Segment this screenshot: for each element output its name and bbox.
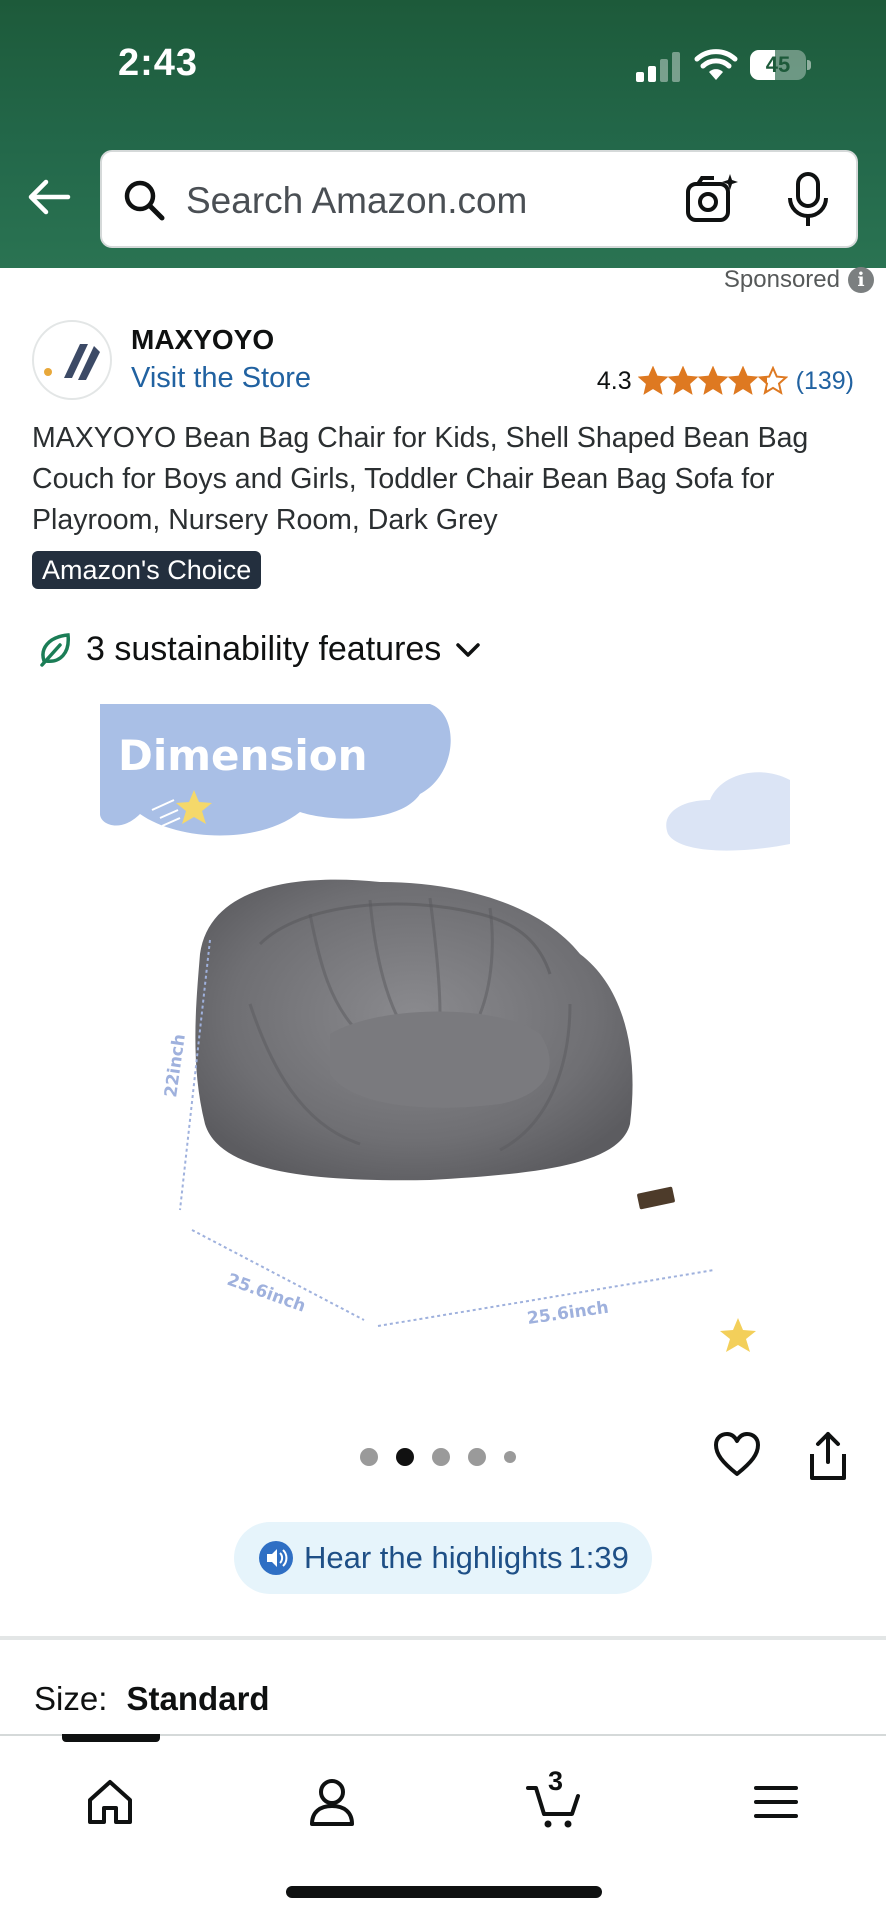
- signal-icon: [636, 52, 680, 82]
- account-icon: [310, 1779, 354, 1826]
- hear-highlights-duration: 1:39: [568, 1540, 629, 1575]
- wifi-icon: [694, 49, 738, 80]
- hear-highlights-label: Hear the highlights: [304, 1540, 563, 1575]
- star-icon: [697, 366, 728, 395]
- star-rating: [637, 366, 788, 396]
- status-time: 2:43: [118, 42, 199, 84]
- height-dimension-label: 22inch: [161, 1033, 190, 1099]
- brand-name: MAXYOYO: [131, 324, 275, 355]
- home-icon: [88, 1780, 132, 1824]
- star-icon: [667, 366, 698, 395]
- nav-home[interactable]: [60, 1762, 160, 1862]
- rating-value: 4.3: [596, 366, 632, 395]
- chevron-down-icon: [456, 642, 481, 657]
- nav-cart[interactable]: 3: [504, 1762, 604, 1862]
- star-icon: [757, 366, 788, 395]
- section-divider: [0, 1636, 886, 1640]
- small-star-icon: [720, 1318, 756, 1352]
- size-value: Standard: [126, 1680, 270, 1717]
- size-label: Size:: [34, 1680, 108, 1717]
- star-icon: [727, 366, 758, 395]
- amazons-choice-badge: Amazon's Choice: [32, 551, 262, 589]
- cart-count: 3: [548, 1766, 564, 1796]
- battery-level: 45: [765, 52, 791, 77]
- battery-icon: 45: [750, 50, 811, 80]
- header-bar: 2:43 45 Search Amazon.com: [0, 0, 886, 268]
- speaker-icon: [259, 1541, 293, 1575]
- star-icon: [637, 366, 668, 395]
- carousel-dot[interactable]: [396, 1448, 414, 1466]
- sponsored-text: Sponsored: [723, 266, 840, 293]
- hear-highlights-button[interactable]: Hear the highlights 1:39: [234, 1522, 652, 1594]
- home-indicator: [286, 1886, 602, 1898]
- nav-menu[interactable]: [726, 1762, 826, 1862]
- search-input[interactable]: Search Amazon.com: [100, 150, 858, 248]
- search-placeholder: Search Amazon.com: [186, 180, 528, 221]
- size-selector[interactable]: Size: Standard: [34, 1680, 270, 1718]
- sustainability-label: 3 sustainability features: [86, 630, 442, 668]
- menu-icon: [754, 1786, 798, 1818]
- info-icon[interactable]: i: [848, 267, 874, 293]
- back-arrow-icon[interactable]: [24, 172, 74, 222]
- carousel-dot[interactable]: [432, 1448, 450, 1466]
- nav-account[interactable]: [282, 1762, 382, 1862]
- width-dimension-label: 25.6inch: [526, 1298, 610, 1329]
- camera-lens-icon[interactable]: [684, 172, 740, 228]
- sponsored-label[interactable]: Sponsored i: [724, 266, 874, 294]
- carousel-dots[interactable]: [360, 1448, 516, 1466]
- cloud-shape-right: [666, 772, 790, 851]
- sustainability-features[interactable]: 3 sustainability features: [36, 630, 485, 669]
- carousel-dot[interactable]: [468, 1448, 486, 1466]
- leaf-icon: [40, 632, 70, 667]
- visit-store-link[interactable]: Visit the Store: [131, 362, 311, 395]
- review-count[interactable]: (139): [796, 367, 854, 396]
- share-icon[interactable]: [804, 1430, 852, 1482]
- rating-summary[interactable]: 4.3 (139): [597, 366, 854, 396]
- image-heading: Dimension: [118, 731, 368, 780]
- product-image[interactable]: Dimension 22inch 25.6inch 25.6inch: [100, 704, 790, 1364]
- depth-dimension-label: 25.6inch: [224, 1270, 308, 1317]
- active-tab-indicator: [62, 1734, 160, 1742]
- product-title: MAXYOYO Bean Bag Chair for Kids, Shell S…: [32, 422, 809, 536]
- heart-icon[interactable]: [712, 1430, 762, 1480]
- search-icon: [124, 180, 165, 221]
- bean-bag-chair: [195, 879, 675, 1210]
- microphone-icon[interactable]: [786, 172, 830, 228]
- brand-logo[interactable]: [32, 320, 112, 400]
- carousel-dot[interactable]: [360, 1448, 378, 1466]
- carousel-dot[interactable]: [504, 1451, 516, 1463]
